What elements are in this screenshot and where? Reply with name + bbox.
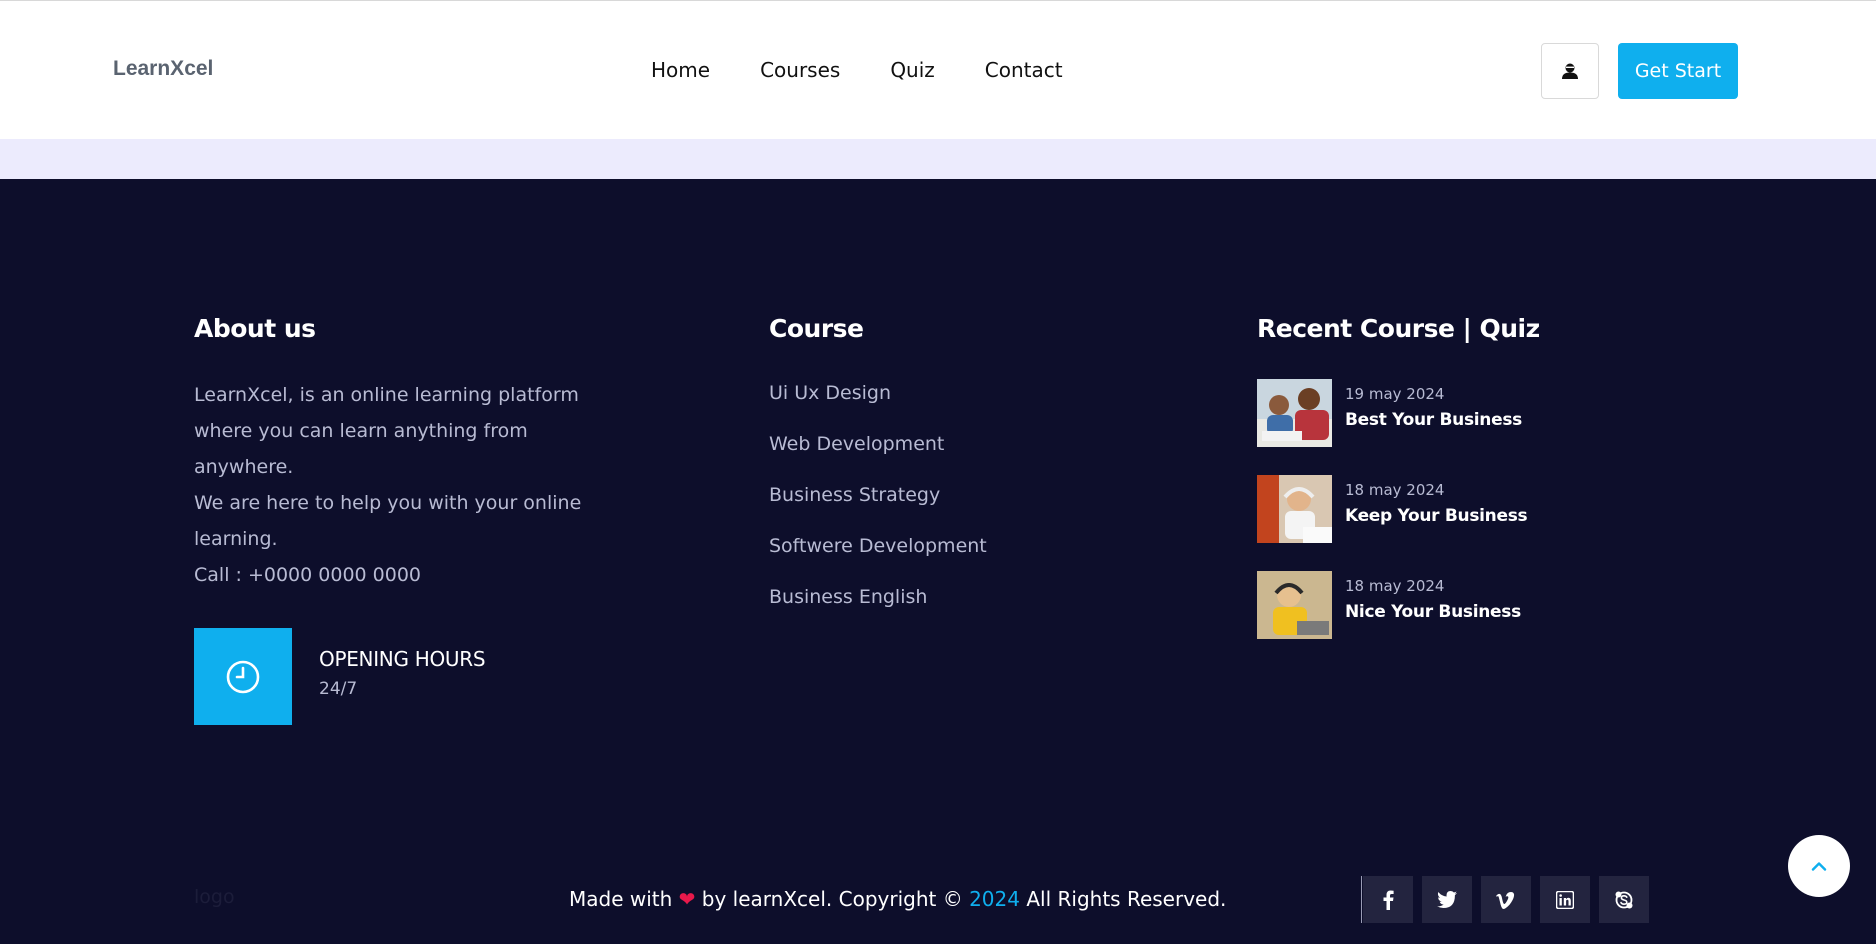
recent-thumbnail bbox=[1257, 379, 1332, 447]
course-list: Ui Ux Design Web Development Business St… bbox=[769, 381, 987, 636]
brand-logo[interactable]: LearnXcel bbox=[113, 57, 213, 81]
nav-home[interactable]: Home bbox=[651, 57, 710, 83]
twitter-button[interactable] bbox=[1422, 876, 1472, 923]
linkedin-button[interactable] bbox=[1540, 876, 1590, 923]
recent-title-link[interactable]: Keep Your Business bbox=[1345, 506, 1528, 526]
opening-hours-box bbox=[194, 628, 292, 725]
course-link[interactable]: Business English bbox=[769, 585, 987, 636]
recent-item[interactable]: 19 may 2024 Best Your Business bbox=[1257, 379, 1617, 447]
main-nav: Home Courses Quiz Contact bbox=[651, 57, 1063, 83]
footer-logo[interactable]: logo bbox=[194, 886, 235, 908]
recent-title-link[interactable]: Best Your Business bbox=[1345, 410, 1522, 430]
course-title: Course bbox=[769, 314, 864, 343]
account-button[interactable] bbox=[1541, 43, 1599, 99]
scroll-to-top-button[interactable] bbox=[1788, 835, 1850, 897]
site-footer: About us LearnXcel, is an online learnin… bbox=[0, 179, 1876, 944]
contact-phone: Call : +0000 0000 0000 bbox=[194, 564, 422, 586]
recent-title-link[interactable]: Nice Your Business bbox=[1345, 602, 1521, 622]
recent-thumbnail bbox=[1257, 571, 1332, 639]
linkedin-icon bbox=[1556, 890, 1574, 909]
skype-button[interactable] bbox=[1599, 876, 1649, 923]
recent-item[interactable]: 18 may 2024 Nice Your Business bbox=[1257, 571, 1617, 639]
get-start-button[interactable]: Get Start bbox=[1618, 43, 1738, 99]
about-text: LearnXcel, is an online learning platfor… bbox=[194, 377, 594, 593]
site-header: LearnXcel Home Courses Quiz Contact Get … bbox=[0, 0, 1876, 139]
nav-courses[interactable]: Courses bbox=[760, 57, 840, 83]
vimeo-icon bbox=[1496, 891, 1515, 909]
recent-title: Recent Course | Quiz bbox=[1257, 314, 1540, 343]
about-paragraph: We are here to help you with your online… bbox=[194, 492, 582, 550]
course-link[interactable]: Business Strategy bbox=[769, 483, 987, 534]
copyright-year: 2024 bbox=[969, 887, 1020, 911]
recent-date: 18 may 2024 bbox=[1345, 481, 1445, 499]
facebook-button[interactable] bbox=[1363, 876, 1413, 923]
made-with-text: Made with bbox=[569, 887, 673, 911]
section-band bbox=[0, 139, 1876, 179]
recent-date: 18 may 2024 bbox=[1345, 577, 1445, 595]
nav-contact[interactable]: Contact bbox=[985, 57, 1063, 83]
copyright-text: Made with ❤ by learnXcel. Copyright © 20… bbox=[569, 887, 1226, 911]
vimeo-button[interactable] bbox=[1481, 876, 1531, 923]
course-link[interactable]: Softwere Development bbox=[769, 534, 987, 585]
recent-date: 19 may 2024 bbox=[1345, 385, 1445, 403]
opening-hours-title: OPENING HOURS bbox=[319, 647, 486, 671]
user-icon bbox=[1562, 63, 1578, 79]
about-title: About us bbox=[194, 314, 316, 343]
course-link[interactable]: Ui Ux Design bbox=[769, 381, 987, 432]
clock-icon bbox=[226, 660, 260, 693]
heart-icon: ❤ bbox=[678, 887, 696, 911]
facebook-icon bbox=[1383, 890, 1394, 910]
opening-hours-value: 24/7 bbox=[319, 679, 358, 699]
nav-quiz[interactable]: Quiz bbox=[890, 57, 934, 83]
chevron-up-icon bbox=[1811, 862, 1827, 871]
copyright-by-text: by learnXcel. Copyright © bbox=[701, 887, 963, 911]
recent-thumbnail bbox=[1257, 475, 1332, 543]
about-paragraph: LearnXcel, is an online learning platfor… bbox=[194, 384, 579, 478]
skype-icon bbox=[1615, 891, 1633, 908]
social-divider bbox=[1361, 876, 1362, 923]
recent-item[interactable]: 18 may 2024 Keep Your Business bbox=[1257, 475, 1617, 543]
twitter-icon bbox=[1437, 891, 1457, 908]
rights-text: All Rights Reserved. bbox=[1026, 887, 1227, 911]
course-link[interactable]: Web Development bbox=[769, 432, 987, 483]
